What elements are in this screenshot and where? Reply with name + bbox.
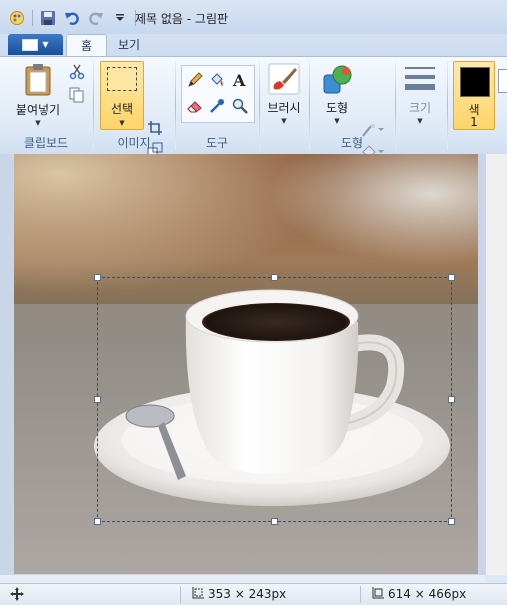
chevron-down-icon: ▼ xyxy=(417,117,423,125)
shapes-icon xyxy=(323,65,352,94)
save-icon[interactable] xyxy=(39,9,57,27)
move-cursor-icon xyxy=(10,587,24,601)
eraser-icon[interactable] xyxy=(185,96,205,116)
select-label: 선택 xyxy=(110,102,134,116)
selection-handle[interactable] xyxy=(271,518,278,525)
status-bar: 353 × 243px 614 × 466px xyxy=(0,583,507,605)
color-1-button[interactable]: 색 1 xyxy=(453,61,495,130)
size-button[interactable]: 크기 ▼ xyxy=(398,63,442,125)
selection-rectangle-icon xyxy=(107,67,137,91)
canvas-workspace xyxy=(0,154,507,575)
chevron-down-icon: ▼ xyxy=(334,117,340,125)
crop-icon[interactable] xyxy=(145,118,165,138)
selection-size: 353 × 243px xyxy=(190,587,286,601)
clipboard-group: 붙여넣기 ▼ 클립보드 xyxy=(0,57,92,154)
group-separator xyxy=(447,61,448,149)
group-separator xyxy=(259,61,260,149)
title-bar: 제목 없음 - 그림판 xyxy=(0,0,507,35)
chevron-down-icon: ▼ xyxy=(281,117,287,125)
ribbon-tab-row: ▼ 홈 보기 xyxy=(0,34,507,57)
line-width-icon xyxy=(405,67,435,90)
paste-label: 붙여넣기 xyxy=(15,103,61,117)
cursor-position xyxy=(10,587,24,601)
text-icon[interactable]: A xyxy=(230,70,250,90)
group-separator xyxy=(395,61,396,149)
tab-view[interactable]: 보기 xyxy=(104,34,154,56)
color-2-button[interactable] xyxy=(498,69,507,93)
status-divider xyxy=(360,586,361,603)
paste-button[interactable]: 붙여넣기 ▼ xyxy=(10,63,66,127)
window-title: 제목 없음 - 그림판 xyxy=(135,12,229,26)
pencil-icon[interactable] xyxy=(185,70,205,90)
tab-home[interactable]: 홈 xyxy=(66,34,108,57)
tools-panel: A xyxy=(181,65,255,123)
vertical-scrollbar[interactable] xyxy=(485,154,507,575)
fill-bucket-icon[interactable] xyxy=(207,70,227,90)
drawing-canvas[interactable] xyxy=(14,154,478,574)
paint-app-icon[interactable] xyxy=(8,9,26,27)
clipboard-group-label: 클립보드 xyxy=(23,136,69,150)
selection-size-text: 353 × 243px xyxy=(208,587,287,601)
svg-text:A: A xyxy=(232,72,246,88)
copy-icon[interactable] xyxy=(67,85,87,105)
outline-icon[interactable] xyxy=(360,120,386,140)
canvas-size-icon xyxy=(372,587,384,599)
horizontal-scrollbar[interactable] xyxy=(0,575,485,583)
chevron-down-icon: ▼ xyxy=(119,119,125,127)
chevron-down-icon: ▼ xyxy=(35,119,41,127)
selection-handle[interactable] xyxy=(448,396,455,403)
cut-icon[interactable] xyxy=(67,62,87,82)
selection-handle[interactable] xyxy=(94,396,101,403)
selection-handle[interactable] xyxy=(94,274,101,281)
tools-group-label: 도구 xyxy=(205,136,229,150)
clipboard-icon xyxy=(25,64,51,96)
qat-separator xyxy=(32,10,33,26)
redo-icon[interactable] xyxy=(87,9,105,27)
customize-qat-icon[interactable] xyxy=(111,9,129,27)
brushes-button[interactable]: 브러시 ▼ xyxy=(262,63,306,125)
shapes-label: 도형 xyxy=(325,101,349,115)
selection-handle[interactable] xyxy=(448,274,455,281)
chevron-down-icon: ▼ xyxy=(42,40,49,49)
select-button[interactable]: 선택 ▼ xyxy=(100,61,144,130)
color-1-number: 1 xyxy=(470,115,478,129)
canvas-size: 614 × 466px xyxy=(370,587,466,601)
paint-menu-button[interactable]: ▼ xyxy=(8,34,63,55)
menu-icon xyxy=(22,38,39,51)
selection-size-icon xyxy=(192,587,204,599)
ribbon: 붙여넣기 ▼ 클립보드 이미지 선택 ▼ 도구 A 브러시 ▼ 도형 도형 ▼ … xyxy=(0,56,507,177)
selection-marquee[interactable] xyxy=(94,274,455,525)
color-1-swatch xyxy=(460,67,490,97)
status-divider xyxy=(180,586,181,603)
canvas-size-text: 614 × 466px xyxy=(388,587,467,601)
undo-icon[interactable] xyxy=(63,9,81,27)
size-label: 크기 xyxy=(408,101,432,115)
color-picker-icon[interactable] xyxy=(207,96,227,116)
brushes-label: 브러시 xyxy=(267,101,301,115)
quick-access-toolbar xyxy=(8,8,136,28)
magnifier-icon[interactable] xyxy=(230,96,250,116)
selection-handle[interactable] xyxy=(271,274,278,281)
selection-handle[interactable] xyxy=(448,518,455,525)
shapes-button[interactable]: 도형 ▼ xyxy=(316,63,358,125)
brush-icon xyxy=(268,63,300,95)
selection-handle[interactable] xyxy=(94,518,101,525)
